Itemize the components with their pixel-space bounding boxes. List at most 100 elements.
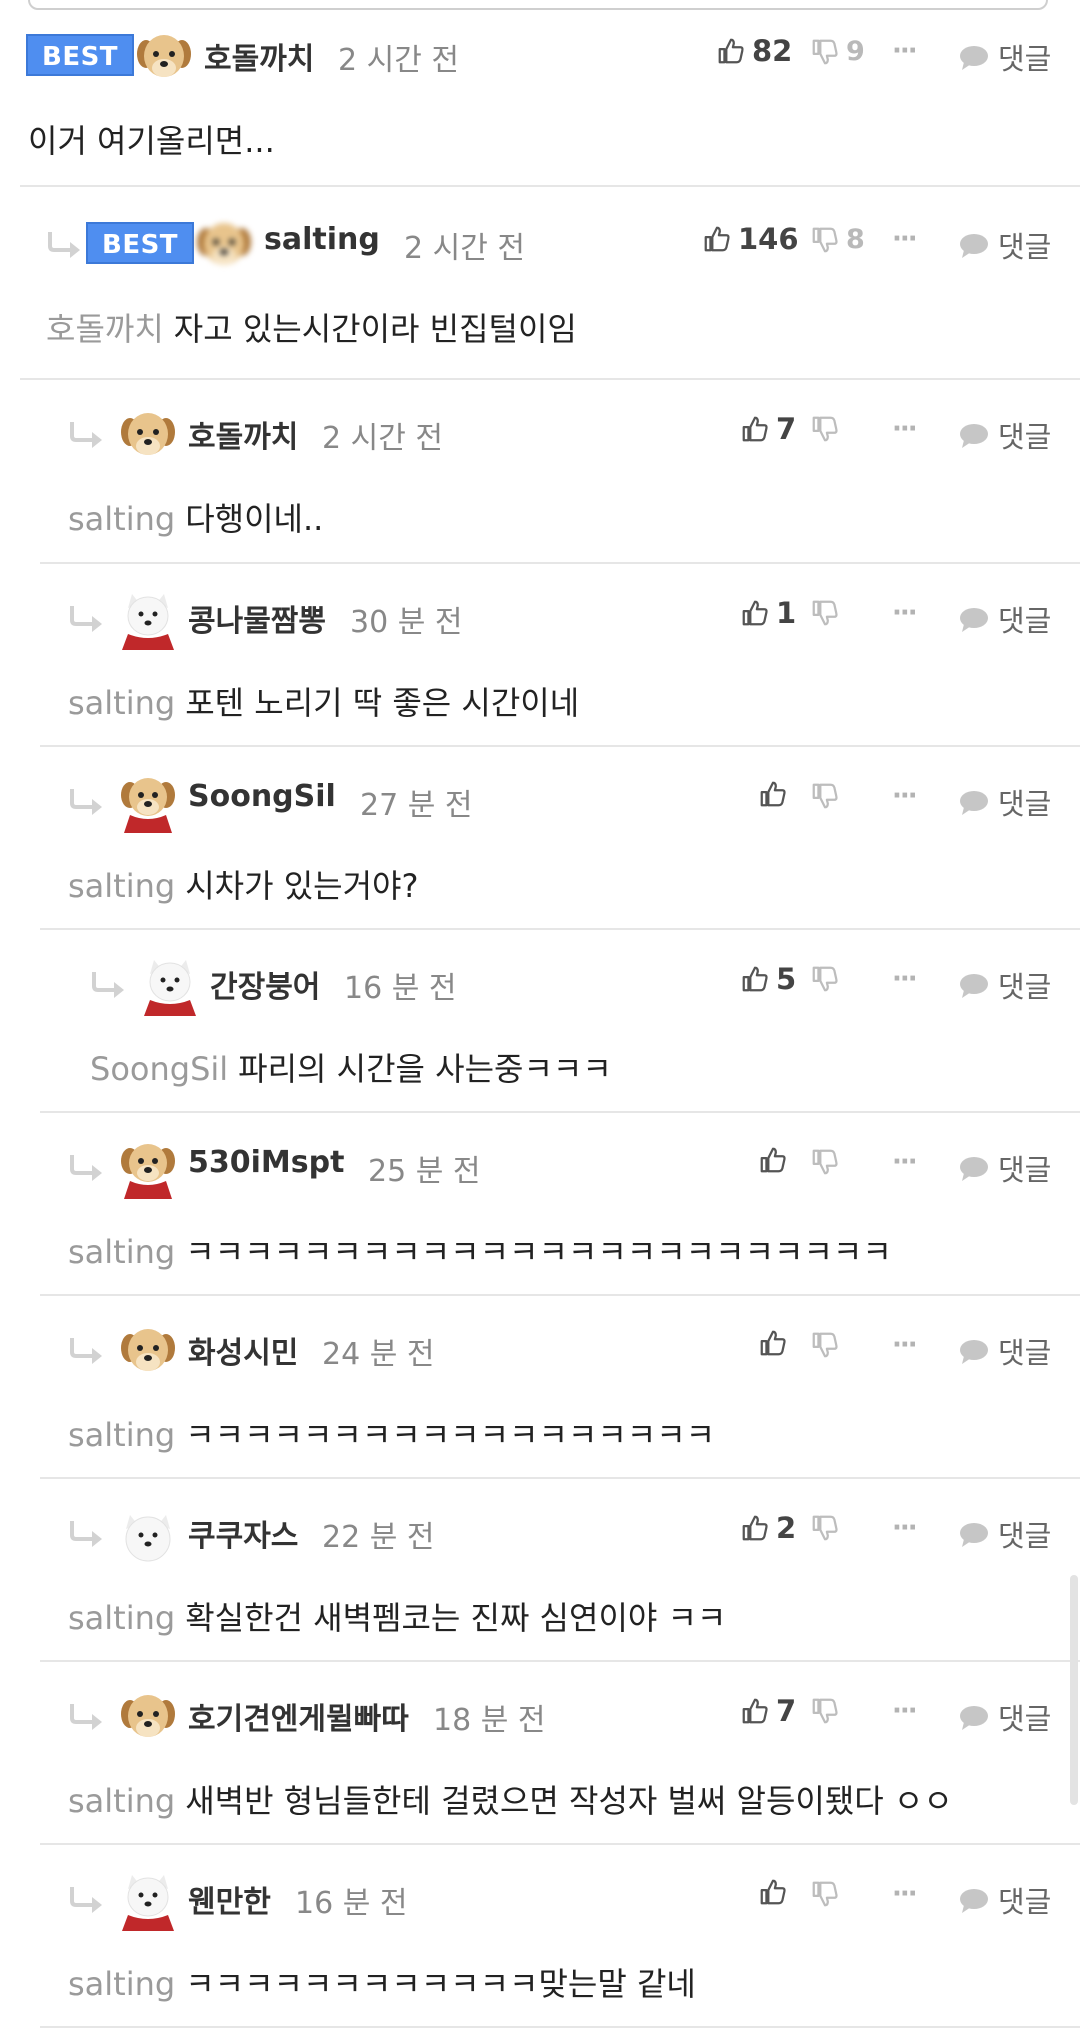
dislike-button[interactable] bbox=[810, 964, 840, 994]
dislike-button[interactable] bbox=[810, 1330, 840, 1360]
reply-button[interactable]: 댓글 bbox=[958, 1147, 1051, 1189]
dislike-button[interactable] bbox=[810, 1513, 840, 1543]
mention-username[interactable]: 호돌까치 bbox=[46, 310, 164, 348]
thumb-up-icon bbox=[740, 1513, 770, 1543]
more-options-icon[interactable]: ··· bbox=[892, 1696, 918, 1726]
reply-indent-arrow-icon bbox=[68, 1153, 104, 1181]
avatar[interactable] bbox=[116, 1135, 180, 1199]
speech-bubble-icon bbox=[958, 43, 990, 71]
avatar[interactable] bbox=[116, 1867, 180, 1931]
reply-button[interactable]: 댓글 bbox=[958, 1330, 1051, 1372]
like-button[interactable] bbox=[758, 1877, 788, 1907]
username[interactable]: 530iMspt bbox=[188, 1145, 344, 1180]
reply-button[interactable]: 댓글 bbox=[958, 781, 1051, 823]
like-button[interactable]: 7 bbox=[740, 1694, 796, 1728]
more-options-icon[interactable]: ··· bbox=[892, 964, 918, 994]
thumb-down-icon bbox=[810, 225, 840, 255]
reply-indent-arrow-icon bbox=[46, 230, 82, 258]
reply-indent-arrow-icon bbox=[68, 1153, 104, 1181]
more-options-icon[interactable]: ··· bbox=[892, 1513, 918, 1543]
username[interactable]: SoongSil bbox=[188, 779, 336, 814]
avatar[interactable] bbox=[116, 1318, 180, 1382]
mention-username[interactable]: salting bbox=[68, 500, 175, 538]
reply-button-label: 댓글 bbox=[998, 787, 1052, 821]
like-button[interactable]: 82 bbox=[716, 34, 792, 68]
more-options-icon[interactable]: ··· bbox=[892, 1879, 918, 1909]
dislike-button[interactable] bbox=[810, 1879, 840, 1909]
avatar[interactable] bbox=[192, 212, 256, 276]
username[interactable]: 쿠쿠자스 bbox=[188, 1511, 298, 1555]
reply-indent-arrow-icon bbox=[68, 1519, 104, 1547]
like-button[interactable]: 7 bbox=[740, 412, 796, 446]
like-button[interactable]: 2 bbox=[740, 1511, 796, 1545]
timestamp: 30 분 전 bbox=[350, 605, 463, 640]
reply-button[interactable]: 댓글 bbox=[958, 1696, 1051, 1738]
like-count: 1 bbox=[776, 596, 797, 630]
reply-button[interactable]: 댓글 bbox=[958, 598, 1051, 640]
reply-button[interactable]: 댓글 bbox=[958, 224, 1051, 266]
mention-username[interactable]: SoongSil bbox=[90, 1050, 228, 1088]
avatar[interactable] bbox=[132, 24, 196, 88]
username[interactable]: 웬만한 bbox=[188, 1877, 271, 1921]
more-options-icon[interactable]: ··· bbox=[892, 781, 918, 811]
dislike-button[interactable]: 8 bbox=[810, 224, 865, 255]
username[interactable]: 호돌까치 bbox=[188, 412, 298, 456]
reply-indent-arrow-icon bbox=[68, 1702, 104, 1730]
like-button[interactable]: 1 bbox=[740, 596, 796, 630]
mention-username[interactable]: salting bbox=[68, 1233, 175, 1271]
speech-bubble-icon bbox=[958, 1337, 990, 1365]
more-options-icon[interactable]: ··· bbox=[892, 224, 918, 254]
dislike-button[interactable]: 9 bbox=[810, 36, 865, 67]
username[interactable]: 호기견엔게뮐빠따 bbox=[188, 1694, 409, 1738]
scrollbar[interactable] bbox=[1070, 1575, 1078, 1805]
like-button[interactable] bbox=[758, 1145, 788, 1175]
avatar-image bbox=[132, 24, 196, 88]
dislike-button[interactable] bbox=[810, 414, 840, 444]
mention-username[interactable]: salting bbox=[68, 1599, 175, 1637]
avatar[interactable] bbox=[116, 1501, 180, 1565]
more-options-icon[interactable]: ··· bbox=[892, 1147, 918, 1177]
username[interactable]: 간장붕어 bbox=[210, 962, 320, 1006]
more-options-icon[interactable]: ··· bbox=[892, 36, 918, 66]
like-button[interactable] bbox=[758, 1328, 788, 1358]
avatar-image bbox=[116, 1867, 180, 1931]
username[interactable]: salting bbox=[264, 222, 380, 257]
dislike-button[interactable] bbox=[810, 598, 840, 628]
reply-button[interactable]: 댓글 bbox=[958, 1879, 1051, 1921]
comment-text: 파리의 시간을 사는중ㅋㅋㅋ bbox=[238, 1050, 612, 1088]
mention-username[interactable]: salting bbox=[68, 867, 175, 905]
thumb-down-icon bbox=[810, 598, 840, 628]
best-badge: BEST bbox=[26, 34, 135, 76]
username[interactable]: 호돌까치 bbox=[204, 34, 314, 78]
like-button[interactable] bbox=[758, 779, 788, 809]
dislike-count: 8 bbox=[846, 224, 865, 255]
mention-username[interactable]: salting bbox=[68, 1416, 175, 1454]
dislike-button[interactable] bbox=[810, 1147, 840, 1177]
reply-button-label: 댓글 bbox=[998, 42, 1052, 76]
like-button[interactable]: 146 bbox=[702, 222, 799, 256]
mention-username[interactable]: salting bbox=[68, 1965, 175, 2003]
more-options-icon[interactable]: ··· bbox=[892, 598, 918, 628]
username[interactable]: 화성시민 bbox=[188, 1328, 298, 1372]
avatar[interactable] bbox=[116, 1684, 180, 1748]
reply-button[interactable]: 댓글 bbox=[958, 964, 1051, 1006]
avatar[interactable] bbox=[116, 769, 180, 833]
avatar[interactable] bbox=[116, 402, 180, 466]
comment-text: 확실한건 새벽펨코는 진짜 심연이야 ㅋㅋ bbox=[185, 1599, 727, 1637]
mention-username[interactable]: salting bbox=[68, 684, 175, 722]
reply-button[interactable]: 댓글 bbox=[958, 1513, 1051, 1555]
reply-button[interactable]: 댓글 bbox=[958, 414, 1051, 456]
comment-item: 호돌까치 2 시간 전 7 ··· 댓글 salting 다행이네.. bbox=[0, 378, 1080, 562]
mention-username[interactable]: salting bbox=[68, 1782, 175, 1820]
dislike-button[interactable] bbox=[810, 1696, 840, 1726]
dislike-button[interactable] bbox=[810, 781, 840, 811]
avatar[interactable] bbox=[116, 586, 180, 650]
more-options-icon[interactable]: ··· bbox=[892, 1330, 918, 1360]
reply-button[interactable]: 댓글 bbox=[958, 36, 1051, 78]
username[interactable]: 콩나물짬뽕 bbox=[188, 596, 326, 640]
more-options-icon[interactable]: ··· bbox=[892, 414, 918, 444]
avatar[interactable] bbox=[138, 952, 202, 1016]
avatar-image bbox=[116, 1135, 180, 1199]
like-button[interactable]: 5 bbox=[740, 962, 796, 996]
comment-body: salting 확실한건 새벽펨코는 진짜 심연이야 ㅋㅋ bbox=[68, 1593, 726, 1639]
